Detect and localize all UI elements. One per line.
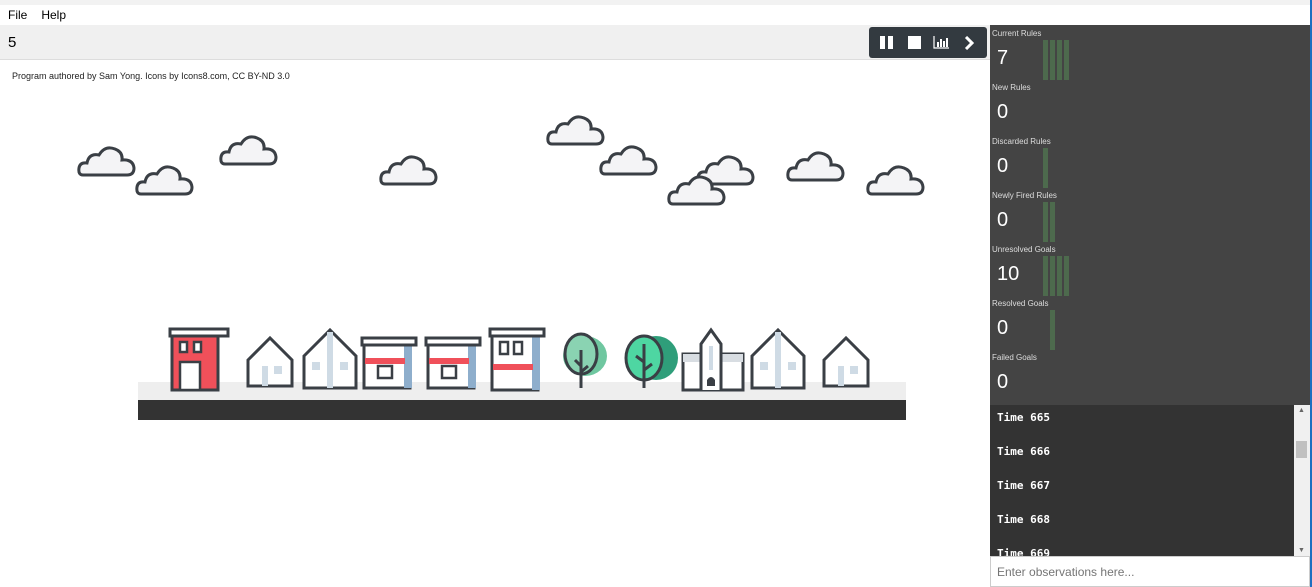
metric: Newly Fired Rules 0 [990,187,1310,242]
metric-history [1043,256,1069,296]
observation-input[interactable] [990,556,1310,587]
status-row: 5 [0,25,990,60]
cloud-icon [667,175,726,206]
metric-label: Failed Goals [992,353,1037,362]
metric-history [1043,310,1055,350]
metric-value: 0 [997,317,1009,339]
scroll-thumb[interactable] [1296,441,1307,458]
menu-bar: File Help [0,5,990,25]
metric-label: Newly Fired Rules [992,191,1057,200]
shop-icon [424,336,482,390]
pause-button[interactable] [877,33,897,53]
credit-text: Program authored by Sam Yong. Icons by I… [12,71,290,81]
cloud-icon [77,146,136,177]
log-scrollbar[interactable]: ▲ ▼ [1294,405,1310,556]
metric-label: Unresolved Goals [992,245,1056,254]
metric-value: 0 [997,209,1009,231]
history-bar [1050,310,1055,350]
metric-history [1043,40,1069,80]
tree-icon [563,332,607,388]
cloud-icon [219,135,278,166]
history-bar [1043,256,1048,296]
metric-value: 0 [997,101,1009,123]
next-step-button[interactable] [959,33,979,53]
cloud-icon [546,115,605,146]
metric-label: New Rules [992,83,1031,92]
cloud-icon [866,165,925,196]
menu-file[interactable]: File [0,5,33,25]
history-bar [1043,40,1048,80]
history-bar [1043,148,1048,188]
fire-station-icon [168,327,230,392]
history-bar [1050,256,1055,296]
chart-icon [933,36,950,49]
metric-label: Discarded Rules [992,137,1051,146]
metric: Discarded Rules 0 [990,133,1310,188]
metric-label: Resolved Goals [992,299,1049,308]
cloud-icon [786,151,845,182]
tall-house-icon [750,327,806,390]
log-entry: Time 668 [997,513,1050,526]
scroll-up-icon[interactable]: ▲ [1298,407,1305,414]
house-icon [822,335,870,388]
chart-button[interactable] [932,33,952,53]
tall-house-icon [302,327,358,390]
history-bar [1064,40,1069,80]
metric: Resolved Goals 0 [990,295,1310,350]
metric-value: 10 [997,263,1020,285]
stop-button[interactable] [904,33,924,53]
metrics-panel: Current Rules 7 New Rules 0 Discarded Rules 0… [990,25,1310,405]
metric: Current Rules 7 [990,25,1310,80]
log-entry: Time 665 [997,411,1050,424]
stop-icon [907,36,921,49]
history-bar [1064,256,1069,296]
history-bar [1043,202,1048,242]
metric-label: Current Rules [992,29,1042,38]
log-entry: Time 667 [997,479,1050,492]
playback-controls [869,27,987,58]
log-entry: Time 669 [997,547,1050,556]
road [138,400,906,420]
pause-icon [879,36,893,49]
metric: Unresolved Goals 10 [990,241,1310,296]
bush-tree-icon [624,334,678,388]
cloud-icon [379,155,438,186]
metric-history [1043,148,1048,188]
church-icon [681,327,745,392]
cloud-icon [135,165,194,196]
history-bar [1057,40,1062,80]
step-counter: 5 [8,34,17,51]
log-list: Time 665 Time 666 Time 667 Time 668 Time 669 [990,405,1294,556]
metric-value: 0 [997,155,1009,177]
metric-value: 0 [997,371,1009,393]
scroll-down-icon[interactable]: ▼ [1298,547,1305,554]
history-bar [1050,40,1055,80]
log-entry: Time 666 [997,445,1050,458]
menu-help[interactable]: Help [33,5,72,25]
metric: Failed Goals 0 [990,349,1310,403]
cloud-icon [599,145,658,176]
house-icon [246,335,294,388]
shop-icon [360,336,418,390]
store-icon [488,327,546,392]
chevron-right-icon [965,35,975,50]
metric-history [1043,202,1055,242]
history-bar [1057,256,1062,296]
metric-value: 7 [997,47,1009,69]
metric: New Rules 0 [990,79,1310,133]
history-bar [1050,202,1055,242]
